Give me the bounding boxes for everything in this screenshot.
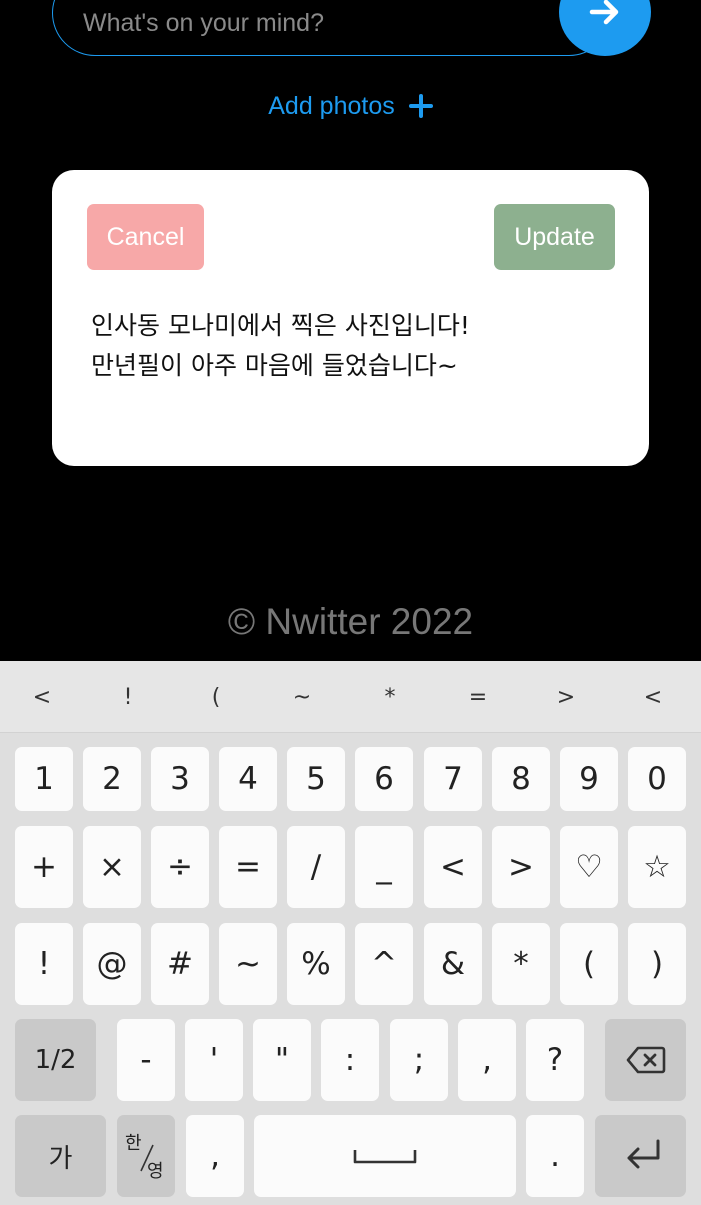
edit-tweet-card: Cancel Update 인사동 모나미에서 찍은 사진입니다! 만년필이 아… — [52, 170, 649, 466]
plus-icon — [408, 94, 433, 118]
key-row1-5[interactable]: 6 — [355, 747, 413, 811]
key-row3-7[interactable]: * — [492, 923, 550, 1005]
enter-key[interactable] — [595, 1115, 686, 1197]
key-row2-5[interactable]: _ — [355, 826, 413, 908]
key-row1-1[interactable]: 2 — [83, 747, 141, 811]
app-screen: Add photos Cancel Update 인사동 모나미에서 찍은 사진… — [0, 0, 701, 661]
key-row1-6[interactable]: 7 — [424, 747, 482, 811]
key-row2-0[interactable]: + — [15, 826, 73, 908]
key-row4-7[interactable]: ? — [526, 1019, 584, 1101]
key-row1-8[interactable]: 9 — [560, 747, 618, 811]
backspace-icon — [626, 1046, 665, 1074]
footer-copyright: © Nwitter 2022 — [227, 601, 474, 642]
arrow-right-icon — [589, 0, 619, 25]
backspace-key[interactable] — [605, 1019, 686, 1101]
key-row3-2[interactable]: # — [151, 923, 209, 1005]
tweet-input[interactable] — [52, 0, 612, 56]
key-row1-3[interactable]: 4 — [219, 747, 277, 811]
update-button[interactable]: Update — [494, 204, 615, 270]
key-row2-1[interactable]: × — [83, 826, 141, 908]
key-row2-2[interactable]: ÷ — [151, 826, 209, 908]
symbol-bar-key[interactable]: ! — [104, 673, 152, 721]
soft-keyboard: <!(~ * = > < 1 2 3 4 5 6 7 8 9 0 + × ÷ = / _ < > ♡ ☆! @ # ~% ^ & *() 1… — [0, 661, 701, 1205]
tweet-text[interactable]: 인사동 모나미에서 찍은 사진입니다! 만년필이 아주 마음에 들었습니다~ — [91, 306, 611, 386]
symbol-bar: <! ( ~ * = > < — [0, 661, 701, 733]
key-row3-3[interactable]: ~ — [219, 923, 277, 1005]
key-row4-6[interactable]: , — [458, 1019, 516, 1101]
comma-key[interactable]: , — [186, 1115, 244, 1197]
slash-divider — [140, 1144, 154, 1172]
key-row2-8[interactable]: ♡ — [560, 826, 618, 908]
key-row2-6[interactable]: < — [424, 826, 482, 908]
key-row1-9[interactable]: 0 — [628, 747, 686, 811]
symbol-bar-key[interactable]: * — [366, 673, 414, 721]
symbol-bar-key[interactable]: = — [454, 673, 502, 721]
key-row3-5[interactable]: ^ — [355, 923, 413, 1005]
key-row4-4[interactable]: : — [321, 1019, 379, 1101]
key-row4-1[interactable]: - — [117, 1019, 175, 1101]
period-key[interactable]: . — [526, 1115, 584, 1197]
symbol-bar-key[interactable]: < — [629, 673, 677, 721]
symbol-bar-key[interactable]: ( — [192, 673, 240, 721]
key-row4-2[interactable]: ' — [185, 1019, 243, 1101]
tweet-form — [52, 0, 651, 56]
key-row2-4[interactable]: / — [287, 826, 345, 908]
language-toggle-key[interactable]: 한영 — [117, 1115, 175, 1197]
fraction-page-key[interactable]: 1/2 — [15, 1019, 96, 1101]
key-row3-0[interactable]: ! — [15, 923, 73, 1005]
key-row1-7[interactable]: 8 — [492, 747, 550, 811]
cancel-button[interactable]: Cancel — [87, 204, 204, 270]
key-row3-4[interactable]: % — [287, 923, 345, 1005]
add-photos-button[interactable]: Add photos — [0, 86, 701, 126]
key-row1-4[interactable]: 5 — [287, 747, 345, 811]
key-row4-3[interactable]: " — [253, 1019, 311, 1101]
space-bar-icon — [353, 1150, 417, 1164]
key-row3-1[interactable]: @ — [83, 923, 141, 1005]
add-photos-label: Add photos — [268, 91, 395, 120]
symbol-bar-key[interactable]: > — [542, 673, 590, 721]
key-row2-9[interactable]: ☆ — [628, 826, 686, 908]
key-row2-7[interactable]: > — [492, 826, 550, 908]
enter-icon — [627, 1139, 659, 1169]
key-row4-5[interactable]: ; — [390, 1019, 448, 1101]
space-key[interactable] — [254, 1115, 516, 1197]
toggle-bottom-label: 영 — [147, 1161, 164, 1182]
symbol-bar-key[interactable]: < — [18, 673, 66, 721]
key-row1-2[interactable]: 3 — [151, 747, 209, 811]
key-row3-6[interactable]: & — [424, 923, 482, 1005]
symbol-bar-key[interactable]: ~ — [278, 673, 326, 721]
key-row1-0[interactable]: 1 — [15, 747, 73, 811]
key-row2-3[interactable]: = — [219, 826, 277, 908]
korean-mode-key[interactable]: 가 — [15, 1115, 106, 1197]
key-row3-9[interactable]: ) — [628, 923, 686, 1005]
key-row3-8[interactable]: ( — [560, 923, 618, 1005]
